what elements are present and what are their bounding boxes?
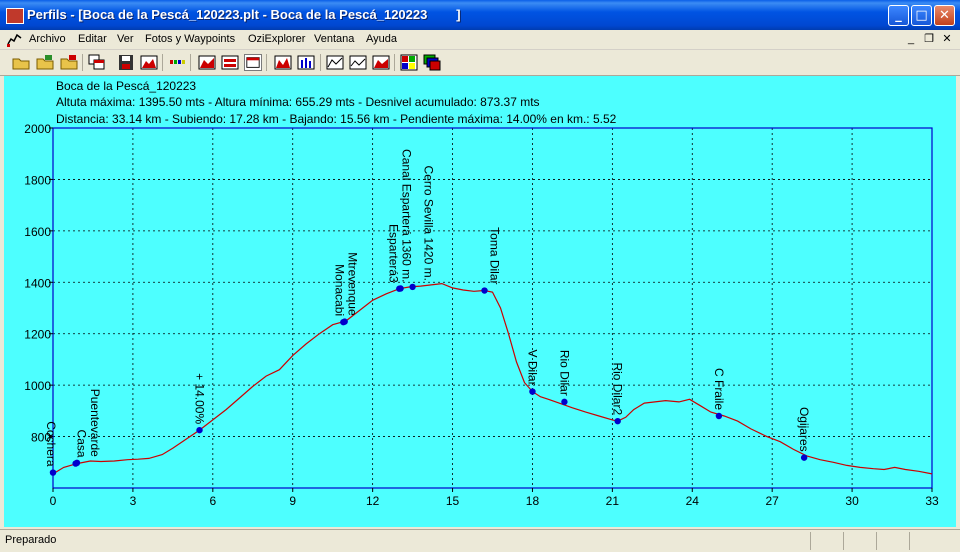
toolbar-separator [266, 54, 267, 71]
menu-archivo[interactable]: Archivo [29, 33, 66, 45]
waypoint-marker[interactable] [715, 412, 723, 420]
menu-ventana[interactable]: Ventana [314, 33, 354, 45]
profile-area-2-icon[interactable] [221, 54, 239, 71]
x-tick-label: 21 [606, 494, 620, 508]
y-tick-label: 1800 [24, 173, 51, 187]
profile-area-3-icon[interactable] [274, 54, 292, 71]
profile-red-2-icon[interactable] [372, 54, 390, 71]
mdi-restore-button[interactable]: ❐ [922, 32, 936, 46]
minimize-button[interactable]: _ [888, 5, 909, 26]
waypoint-label: Puentevarde [88, 389, 102, 457]
color-bars-icon[interactable] [168, 54, 186, 71]
distance-summary: Distancia: 33.14 km - Subiendo: 17.28 km… [56, 112, 617, 126]
x-tick-label: 27 [766, 494, 780, 508]
waypoint-marker[interactable] [409, 283, 416, 291]
profile-line-2-icon[interactable] [349, 54, 367, 71]
toolbar-separator [82, 54, 83, 71]
y-tick-label: 1200 [24, 328, 51, 342]
status-cell [909, 532, 910, 550]
open-folder-2-icon[interactable] [36, 54, 54, 71]
waypoint-marker[interactable] [529, 388, 536, 395]
maximize-button[interactable]: □ [911, 5, 932, 26]
document-profile-icon[interactable] [7, 32, 23, 47]
x-tick-label: 30 [845, 494, 859, 508]
waypoint-label: C Fraile [712, 368, 726, 410]
waypoint-marker[interactable] [481, 287, 488, 294]
waypoint-label: Mtrevenque [346, 252, 360, 316]
y-tick-label: 1000 [24, 379, 51, 393]
waypoint-label: V Dilar [525, 350, 539, 386]
toolbar-separator [320, 54, 321, 71]
waypoint-label: Rio Dilar [557, 350, 571, 396]
y-tick-label: 1400 [24, 276, 51, 290]
menu-editar[interactable]: Editar [78, 33, 107, 45]
title-bar: Perfils - [Boca de la Pescá_120223.plt -… [0, 0, 960, 30]
waypoint-marker[interactable] [196, 426, 203, 434]
close-button[interactable]: ✕ [934, 5, 955, 26]
status-cell [810, 532, 811, 550]
profile-area-icon[interactable] [198, 54, 216, 71]
waypoint-label: Monacabi [332, 264, 346, 316]
status-cell [876, 532, 877, 550]
y-tick-label: 1600 [24, 225, 51, 239]
mdi-minimize-button[interactable]: _ [904, 32, 918, 46]
status-cell [843, 532, 844, 550]
elevation-profile-chart: 800100012001400160018002000 0 3 6 9 12 15 18 21… [24, 122, 939, 508]
menu-bar: Archivo Editar Ver Fotos y Waypoints Ozi… [0, 30, 960, 50]
y-tick-label: 2000 [24, 122, 51, 136]
waypoint-marker[interactable] [614, 417, 621, 425]
x-tick-label: 0 [50, 494, 57, 508]
status-text: Preparado [5, 534, 57, 546]
waypoint-marker[interactable] [49, 469, 57, 476]
menu-oziexplorer[interactable]: OziExplorer [248, 33, 305, 45]
window-title: Perfils - [Boca de la Pescá_120223.plt -… [27, 7, 461, 22]
profile-bars-icon[interactable] [297, 54, 315, 71]
profile-red-icon[interactable] [140, 54, 158, 71]
waypoint-label: Casa [75, 430, 89, 458]
menu-ayuda[interactable]: Ayuda [366, 33, 397, 45]
x-tick-label: 15 [446, 494, 460, 508]
menu-ver[interactable]: Ver [117, 33, 134, 45]
waypoint-label: + 14.00% [193, 373, 207, 424]
waypoint-label: Toma Dilar [488, 227, 502, 284]
x-tick-label: 24 [686, 494, 700, 508]
status-bar: Preparado [0, 529, 960, 552]
toolbar [0, 50, 960, 76]
waypoint-marker[interactable] [397, 285, 404, 292]
x-tick-label: 18 [526, 494, 540, 508]
app-mountain-icon[interactable] [6, 8, 24, 24]
copy-windows-icon[interactable] [88, 54, 106, 71]
waypoint-label: Cerro Sevilla 1420 m. [422, 166, 436, 281]
waypoint-marker[interactable] [800, 454, 808, 461]
open-folder-3-icon[interactable] [60, 54, 78, 71]
open-folder-icon[interactable] [12, 54, 30, 71]
toolbar-separator [394, 54, 395, 71]
x-tick-label: 6 [209, 494, 216, 508]
waypoint-label: Cochera [44, 421, 58, 467]
profile-plot-area[interactable]: 800 1000 1200 1400 1600 1800 2000 0 3 6 9 12 15 18 21… [4, 76, 956, 527]
x-tick-label: 9 [289, 494, 296, 508]
waypoint-label: Canal Esparterá 1360 m. [400, 149, 414, 282]
waypoint-marker[interactable] [341, 318, 348, 325]
waypoint-label: Esparterá3 [386, 224, 400, 283]
profile-window-icon[interactable] [244, 54, 262, 71]
track-name: Boca de la Pescá_120223 [56, 79, 197, 93]
toolbar-separator [190, 54, 191, 71]
x-tick-label: 12 [366, 494, 380, 508]
toolbar-separator [162, 54, 163, 71]
x-tick-label: 3 [130, 494, 137, 508]
profile-line-icon[interactable] [326, 54, 344, 71]
waypoint-label: Ogijares [797, 407, 811, 452]
color-palette-icon[interactable] [400, 54, 418, 71]
menu-fotos-waypoints[interactable]: Fotos y Waypoints [145, 33, 235, 45]
x-tick-label: 33 [925, 494, 939, 508]
waypoint-marker[interactable] [73, 459, 81, 466]
waypoint-label: Rio Dilar2 [611, 362, 625, 415]
layers-icon[interactable] [423, 54, 441, 71]
save-icon[interactable] [117, 54, 135, 71]
mdi-close-button[interactable]: ✕ [940, 32, 954, 46]
altitude-summary: Altuta máxima: 1395.50 mts - Altura míni… [56, 95, 540, 109]
waypoint-marker[interactable] [561, 398, 568, 406]
